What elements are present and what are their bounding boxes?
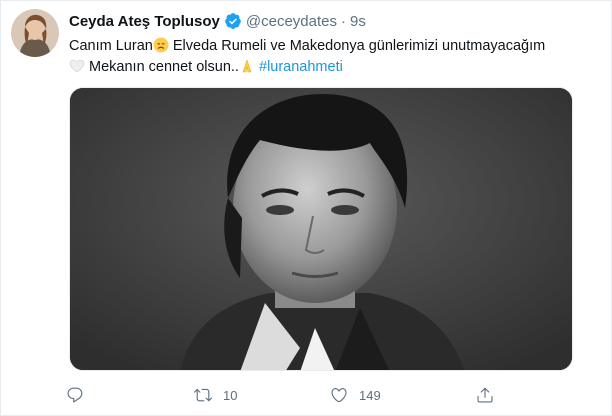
share-icon[interactable] [471,381,499,409]
timestamp[interactable]: 9s [350,13,366,30]
disappointed-face-emoji-icon [153,37,169,53]
hashtag-link[interactable]: #luranahmeti [259,59,343,75]
retweet-count: 10 [223,387,238,403]
tweet-text: Canım Luran Elveda Rumeli ve Makedonya g… [69,36,589,78]
tweet-photo[interactable] [69,87,573,371]
white-heart-emoji-icon [69,58,85,74]
user-handle[interactable]: @ceceydates [246,13,337,30]
retweet-action[interactable]: 10 [189,381,237,409]
tweet-text-part: Canım Luran [69,38,153,54]
tweet-header: Ceyda Ateş Toplusoy @ceceydates · 9s [69,11,366,31]
tweet-text-line-2: Mekanın cennet olsun.. #luranahmeti [69,57,589,78]
like-count: 149 [359,387,381,403]
folded-hands-emoji-icon [239,58,255,74]
reply-action[interactable] [61,381,95,409]
tweet-actions: 10 149 [61,381,531,409]
tweet-text-part: Elveda Rumeli ve Makedonya günlerimizi u… [168,38,546,54]
separator-dot: · [340,12,346,30]
tweet-card[interactable]: Ceyda Ateş Toplusoy @ceceydates · 9s Can… [0,0,612,416]
reply-icon[interactable] [61,381,89,409]
like-action[interactable]: 149 [325,381,381,409]
verified-badge-icon [224,12,242,30]
like-icon[interactable] [325,381,353,409]
avatar[interactable] [11,9,59,57]
display-name[interactable]: Ceyda Ateş Toplusoy [69,13,220,30]
retweet-icon[interactable] [189,381,217,409]
tweet-text-line-1: Canım Luran Elveda Rumeli ve Makedonya g… [69,36,589,57]
share-action[interactable] [471,381,505,409]
tweet-text-part: Mekanın cennet olsun.. [85,59,239,75]
